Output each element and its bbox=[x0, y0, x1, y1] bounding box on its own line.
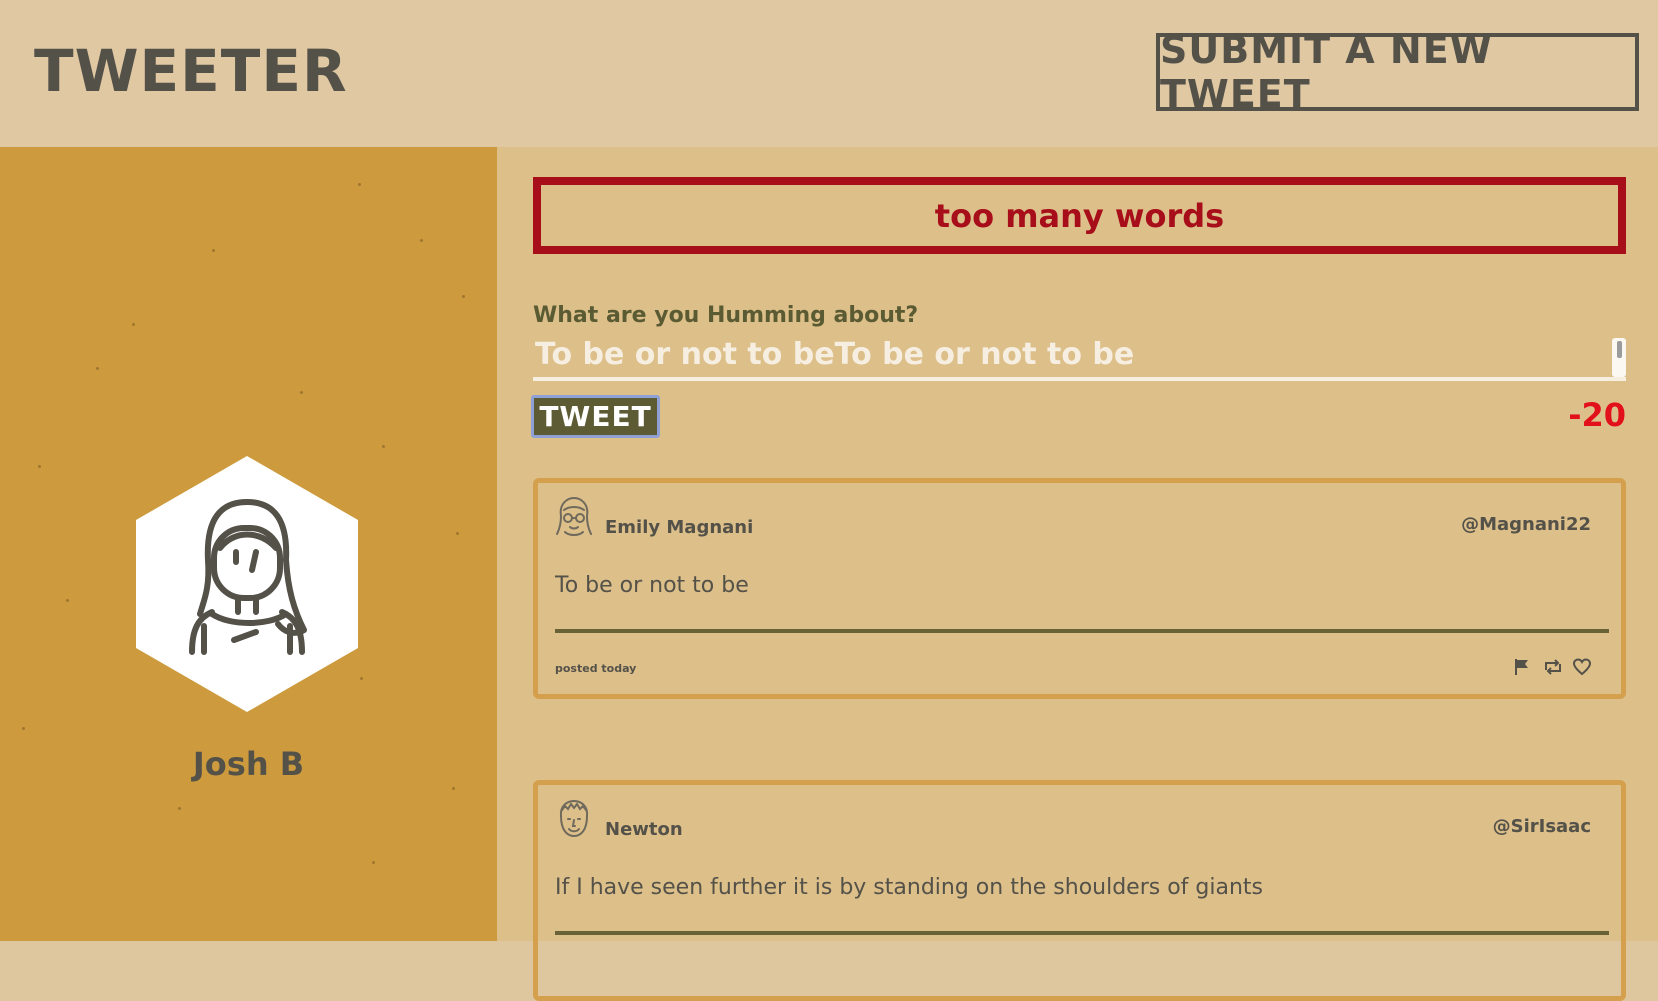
woman-avatar-icon bbox=[556, 496, 592, 536]
tweet-body: To be or not to be bbox=[555, 573, 749, 598]
tweet-card: Emily Magnani @Magnani22 To be or not to… bbox=[533, 478, 1626, 699]
tweet-author-handle[interactable]: @SirIsaac bbox=[1493, 816, 1591, 837]
man-avatar-icon bbox=[559, 799, 589, 838]
submit-new-tweet-button[interactable]: SUBMIT A NEW TWEET bbox=[1156, 28, 1639, 116]
tweet-author-name: Emily Magnani bbox=[605, 517, 754, 538]
tweet-actions bbox=[1513, 658, 1592, 676]
compose-label: What are you Humming about? bbox=[533, 303, 919, 328]
tweet-author-name: Newton bbox=[605, 819, 683, 840]
tweet-body: If I have seen further it is by standing… bbox=[555, 875, 1263, 900]
user-avatar-icon bbox=[189, 499, 307, 655]
compose-text: To be or not to beTo be or not to be bbox=[535, 337, 1135, 372]
tweet-submit-button[interactable]: TWEET bbox=[531, 395, 660, 438]
compose-textarea[interactable]: To be or not to beTo be or not to be bbox=[533, 337, 1626, 381]
tweet-divider bbox=[555, 629, 1609, 633]
tweet-date: posted today bbox=[555, 662, 637, 675]
flag-icon[interactable] bbox=[1513, 658, 1531, 676]
character-counter: -20 bbox=[1568, 396, 1626, 434]
error-message: too many words bbox=[533, 177, 1626, 254]
tweet-divider bbox=[555, 931, 1609, 935]
app-logo[interactable]: TWEETER bbox=[34, 36, 348, 106]
profile-name: Josh B bbox=[192, 745, 305, 783]
textarea-scrollbar[interactable] bbox=[1612, 338, 1626, 377]
top-navigation-bar: TWEETER SUBMIT A NEW TWEET bbox=[0, 0, 1658, 147]
tweet-author-handle[interactable]: @Magnani22 bbox=[1461, 514, 1591, 535]
scrollbar-thumb[interactable] bbox=[1617, 341, 1622, 358]
heart-icon[interactable] bbox=[1572, 658, 1592, 676]
tweet-card: Newton @SirIsaac If I have seen further … bbox=[533, 780, 1626, 1001]
retweet-icon[interactable] bbox=[1543, 658, 1561, 676]
